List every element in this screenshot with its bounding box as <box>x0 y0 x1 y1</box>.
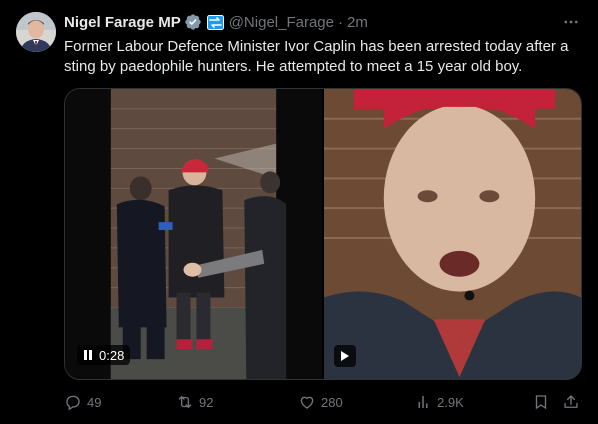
affiliate-badge-icon[interactable] <box>206 14 224 30</box>
like-button[interactable]: 280 <box>298 392 343 412</box>
heart-icon <box>300 396 314 409</box>
play-icon[interactable] <box>334 345 356 367</box>
video-left-frame <box>65 89 322 379</box>
tweet-text: Former Labour Defence Minister Ivor Capl… <box>64 38 569 75</box>
like-count: 280 <box>321 394 343 410</box>
video-left[interactable]: 0:28 <box>65 89 322 379</box>
action-bar: 49 92 280 2.9K <box>64 392 584 412</box>
views-button[interactable]: 2.9K <box>414 392 464 412</box>
retweet-icon <box>178 396 192 408</box>
retweet-count: 92 <box>199 394 214 410</box>
share-button[interactable] <box>562 392 580 412</box>
display-name[interactable]: Nigel Farage MP <box>64 14 181 31</box>
duration-label: 0:28 <box>99 347 125 363</box>
share-icon <box>564 395 578 408</box>
retweet-button[interactable]: 92 <box>176 392 213 412</box>
bookmark-button[interactable] <box>532 392 550 412</box>
verified-badge-icon[interactable] <box>184 13 202 31</box>
more-icon[interactable] <box>560 12 582 32</box>
bookmark-icon <box>535 395 547 410</box>
video-right[interactable] <box>324 89 581 379</box>
reply-icon <box>66 395 80 411</box>
media-container[interactable]: 0:28 <box>64 88 582 380</box>
avatar[interactable] <box>16 12 56 52</box>
handle[interactable]: @Nigel_Farage <box>229 14 334 31</box>
video-duration[interactable]: 0:28 <box>77 345 131 365</box>
tweet-header: Nigel Farage MP @Nigel_Farage · 2m <box>64 12 582 32</box>
separator: · <box>337 13 343 31</box>
views-icon <box>418 396 428 408</box>
views-count: 2.9K <box>437 394 464 410</box>
avatar-image <box>16 12 56 52</box>
pause-icon[interactable] <box>83 349 93 361</box>
timestamp[interactable]: 2m <box>347 14 368 31</box>
reply-button[interactable]: 49 <box>64 392 101 412</box>
reply-count: 49 <box>87 394 102 410</box>
tweet[interactable]: Nigel Farage MP @Nigel_Farage · 2m Forme… <box>0 0 598 424</box>
video-right-frame <box>324 89 581 379</box>
